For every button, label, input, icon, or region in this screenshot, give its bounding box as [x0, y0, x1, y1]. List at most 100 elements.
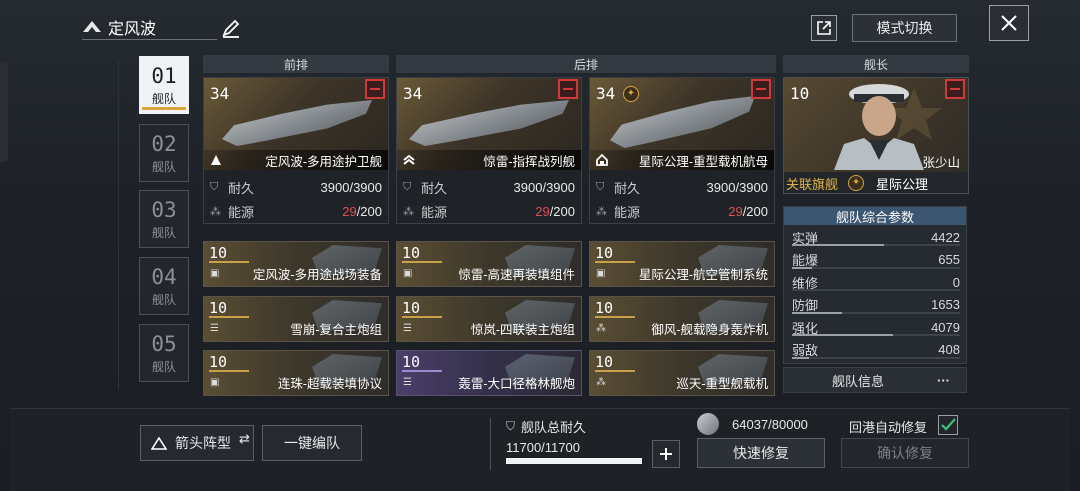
more-icon[interactable]: ··· — [937, 373, 950, 388]
auto-form-button[interactable]: 一键编队 — [262, 425, 362, 461]
formation-button[interactable]: 箭头阵型 ⇄ — [140, 425, 254, 461]
param-row: 强化 4079 — [792, 317, 960, 337]
equipment-name: 御风-舰载隐身轰炸机 — [651, 323, 768, 337]
energy-icon: ⁂ — [210, 205, 221, 218]
ship-card[interactable]: 34 ✦ 星际公理-重型载机航母 ⛉ 耐久 3900/3900 ⁂ 能源 29/… — [589, 77, 775, 224]
captain-name: 张少山 — [922, 156, 960, 170]
energy-value: 29/200 — [535, 204, 575, 219]
energy-value: 29/200 — [728, 204, 768, 219]
auto-repair-checkbox[interactable] — [938, 415, 958, 435]
ship-level: 34 — [403, 84, 423, 103]
edit-name-button[interactable] — [220, 17, 242, 39]
fleet-name-field[interactable]: 定风波 — [82, 14, 217, 40]
ship-card[interactable]: 34 定风波-多用途护卫舰 ⛉ 耐久 3900/3900 ⁂ 能源 29/200 — [203, 77, 389, 224]
equipment-slot[interactable]: 10 ▣ 定风波-多用途战场装备 — [203, 241, 389, 287]
tab-label: 舰队 — [151, 225, 176, 240]
param-bar-fill — [792, 334, 893, 336]
equipment-name: 雪崩-复合主炮组 — [290, 323, 382, 337]
param-bar-fill — [792, 266, 813, 269]
tab-number: 03 — [151, 197, 177, 222]
chevron-stack-icon — [403, 154, 415, 165]
tab-fleet-02[interactable]: 02 舰队 — [139, 124, 189, 182]
mode-switch-button[interactable]: 模式切换 — [852, 14, 957, 42]
ship-card[interactable]: 34 惊雷-指挥战列舰 ⛉ 耐久 3900/3900 ⁂ 能源 29/200 — [396, 77, 582, 224]
param-bar-track — [792, 266, 960, 269]
captain-card[interactable]: 10 张少山 关联旗舰 ✦ 星际公理 — [783, 77, 969, 194]
equipment-slot[interactable]: 10 ▣ 星际公理-航空管制系统 — [589, 241, 775, 287]
energy-total: /200 — [549, 203, 575, 219]
energy-row: ⁂ 能源 29/200 — [596, 201, 768, 221]
equipment-slot[interactable]: 10 ☰ 惊岚-四联装主炮组 — [396, 296, 582, 342]
remove-ship-button[interactable] — [558, 79, 578, 99]
list-icon: ☰ — [403, 323, 412, 334]
repair-resource-icon — [697, 413, 719, 435]
durability-row: ⛉ 耐久 3900/3900 — [403, 177, 575, 197]
tab-fleet-01[interactable]: 01 舰队 — [139, 56, 189, 114]
equipment-slot[interactable]: 10 ⁂ 御风-舰载隐身轰炸机 — [589, 296, 775, 342]
equipment-slot[interactable]: 10 ▣ 连珠-超载装填协议 — [203, 350, 389, 396]
section-back-header: 后排 — [396, 55, 776, 73]
close-button[interactable] — [989, 5, 1029, 41]
ship-name: 惊雷-指挥战列舰 — [483, 154, 575, 169]
param-row: 防御 1653 — [792, 295, 960, 315]
shield-icon: ⛉ — [596, 180, 605, 193]
confirm-repair-button[interactable]: 确认修复 — [841, 438, 969, 468]
equipment-slot[interactable]: 10 ▣ 惊雷-高速再装填组件 — [396, 241, 582, 287]
module-icon: ▣ — [210, 268, 220, 279]
param-row: 实弹 4422 — [792, 227, 960, 247]
param-bar-fill — [792, 356, 809, 359]
close-icon — [1001, 15, 1017, 31]
param-bar-fill — [792, 244, 885, 246]
decorative-rail — [118, 60, 132, 390]
durability-label: 耐久 — [421, 180, 448, 196]
flagship-bar: 关联旗舰 ✦ 星际公理 — [784, 172, 968, 193]
list-icon: ☰ — [210, 323, 219, 334]
triangle-outline-icon — [151, 436, 167, 450]
energy-label: 能源 — [421, 204, 448, 220]
param-bar-track — [792, 356, 960, 359]
durability-label: 耐久 — [228, 180, 255, 196]
ship-name-bar: 定风波-多用途护卫舰 — [204, 150, 388, 170]
ship-name-bar: 星际公理-重型载机航母 — [590, 150, 774, 170]
param-value: 1653 — [931, 297, 960, 312]
tab-fleet-03[interactable]: 03 舰队 — [139, 190, 189, 248]
fleet-info-button[interactable]: 舰队信息 ··· — [783, 367, 967, 393]
equipment-level: 10 — [402, 244, 421, 262]
energy-row: ⁂ 能源 29/200 — [210, 201, 382, 221]
remove-captain-button[interactable] — [945, 79, 965, 99]
param-row: 维修 0 — [792, 272, 960, 292]
remove-ship-button[interactable] — [751, 79, 771, 99]
equipment-slot[interactable]: 10 ☰ 轰雷-大口径格林舰炮 — [396, 350, 582, 396]
add-durability-button[interactable] — [652, 440, 680, 468]
param-row: 能爆 655 — [792, 250, 960, 270]
durability-value: 3900/3900 — [706, 179, 768, 195]
ship-level: 34 — [210, 84, 230, 103]
param-row: 弱敌 408 — [792, 340, 960, 360]
energy-row: ⁂ 能源 29/200 — [403, 201, 575, 221]
share-button[interactable] — [811, 15, 837, 41]
total-durability-label: 舰队总耐久 — [521, 420, 587, 435]
side-handle[interactable] — [0, 62, 8, 162]
repair-resource-value: 64037/80000 — [732, 417, 808, 432]
durability-value: 3900/3900 — [513, 179, 575, 195]
param-bar-fill — [792, 311, 843, 314]
fleet-emblem-icon — [83, 20, 101, 32]
checkmark-icon — [941, 418, 956, 431]
equipment-slot[interactable]: 10 ⁂ 巡天-重型舰载机 — [589, 350, 775, 396]
equipment-slot[interactable]: 10 ☰ 雪崩-复合主炮组 — [203, 296, 389, 342]
aircraft-icon: ⁂ — [596, 323, 606, 334]
tab-fleet-04[interactable]: 04 舰队 — [139, 257, 189, 315]
energy-total: /200 — [356, 203, 382, 219]
tab-label: 舰队 — [151, 91, 176, 106]
energy-label: 能源 — [614, 204, 641, 220]
captain-level: 10 — [790, 84, 810, 103]
equipment-level: 10 — [402, 353, 421, 371]
equipment-level: 10 — [209, 244, 228, 262]
remove-ship-button[interactable] — [365, 79, 385, 99]
carrier-icon — [596, 154, 608, 166]
tab-number: 05 — [151, 331, 177, 356]
equipment-name: 星际公理-航空管制系统 — [638, 268, 768, 282]
quick-repair-button[interactable]: 快速修复 — [697, 438, 825, 468]
energy-total: /200 — [742, 203, 768, 219]
tab-fleet-05[interactable]: 05 舰队 — [139, 324, 189, 382]
